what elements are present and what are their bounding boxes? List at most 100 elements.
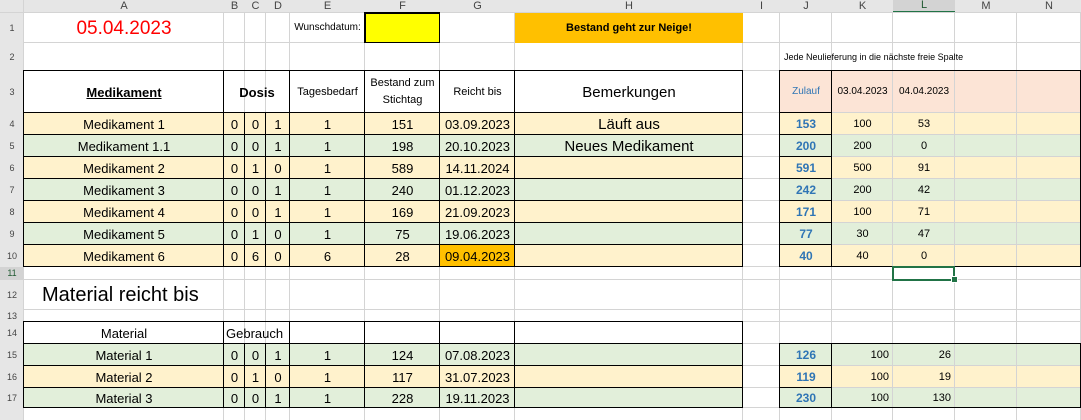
dose-noon[interactable]: 0 [245,179,266,201]
delivery-amount[interactable]: 100 [832,344,893,366]
lasts-until[interactable]: 07.08.2023 [440,344,515,366]
column-title-gebrauch[interactable]: Gebrauch [224,322,290,344]
med-name[interactable]: Medikament 1.1 [24,135,224,157]
dose-evening[interactable]: 1 [266,201,290,223]
delivery-amount[interactable]: 26 [893,344,955,366]
dose-evening[interactable]: 0 [266,223,290,245]
delivery-amount[interactable]: 40 [832,245,893,267]
usage-evening[interactable]: 1 [266,344,290,366]
stock[interactable]: 75 [365,223,440,245]
lasts-until[interactable]: 31.07.2023 [440,366,515,388]
row-header-11[interactable]: 11 [0,267,24,280]
delivery-amount[interactable]: 130 [893,388,955,408]
daily-need[interactable]: 1 [290,179,365,201]
usage-morning[interactable]: 0 [224,344,245,366]
zulauf-total[interactable]: 591 [780,157,832,179]
dose-evening[interactable]: 1 [266,113,290,135]
lasts-until[interactable]: 14.11.2024 [440,157,515,179]
zulauf-total[interactable]: 200 [780,135,832,157]
stock[interactable]: 28 [365,245,440,267]
zulauf-total[interactable]: 242 [780,179,832,201]
delivery-amount[interactable]: 100 [832,113,893,135]
remark[interactable]: Neues Medikament [515,135,743,157]
dose-evening[interactable]: 0 [266,245,290,267]
wunschdatum-label[interactable]: Wunschdatum: [290,13,365,43]
column-title-reicht-bis[interactable]: Reicht bis [440,71,515,113]
delivery-amount[interactable]: 0 [893,135,955,157]
dose-morning[interactable]: 0 [224,157,245,179]
zulauf-total[interactable]: 171 [780,201,832,223]
row-header-4[interactable]: 4 [0,113,24,135]
active-cell-selection[interactable] [892,266,955,281]
remark[interactable] [515,223,743,245]
delivery-amount[interactable]: 100 [832,201,893,223]
row-header-13[interactable]: 13 [0,310,24,322]
column-title-medikament[interactable]: Medikament [24,71,224,113]
med-name[interactable]: Medikament 5 [24,223,224,245]
material-name[interactable]: Material 3 [24,388,224,408]
dose-morning[interactable]: 0 [224,223,245,245]
lasts-until[interactable]: 20.10.2023 [440,135,515,157]
zulauf-total[interactable]: 77 [780,223,832,245]
usage-evening[interactable]: 0 [266,366,290,388]
zulauf-label[interactable]: Zulauf [780,71,832,113]
row-header-2[interactable]: 2 [0,43,24,71]
row-header-10[interactable]: 10 [0,245,24,267]
dose-noon[interactable]: 0 [245,113,266,135]
remark[interactable] [515,157,743,179]
stock[interactable]: 124 [365,344,440,366]
row-header-6[interactable]: 6 [0,157,24,179]
zulauf-total[interactable]: 126 [780,344,832,366]
row-header-5[interactable]: 5 [0,135,24,157]
delivery-amount[interactable]: 71 [893,201,955,223]
stock[interactable]: 228 [365,388,440,408]
dose-morning[interactable]: 0 [224,135,245,157]
stock[interactable]: 169 [365,201,440,223]
zulauf-total[interactable]: 119 [780,366,832,388]
stock[interactable]: 589 [365,157,440,179]
delivery-amount[interactable]: 0 [893,245,955,267]
lasts-until[interactable]: 21.09.2023 [440,201,515,223]
dose-noon[interactable]: 6 [245,245,266,267]
stock[interactable]: 117 [365,366,440,388]
med-name[interactable]: Medikament 1 [24,113,224,135]
delivery-amount[interactable]: 200 [832,179,893,201]
med-name[interactable]: Medikament 3 [24,179,224,201]
dose-evening[interactable]: 1 [266,135,290,157]
remark[interactable]: Läuft aus [515,113,743,135]
usage-noon[interactable]: 0 [245,344,266,366]
remark[interactable] [515,179,743,201]
daily-need[interactable]: 6 [290,245,365,267]
dose-noon[interactable]: 0 [245,135,266,157]
dose-morning[interactable]: 0 [224,179,245,201]
remark[interactable] [515,201,743,223]
zulauf-total[interactable]: 40 [780,245,832,267]
row-header-next[interactable] [0,408,24,420]
row-header-17[interactable]: 17 [0,388,24,408]
stock[interactable]: 151 [365,113,440,135]
zulauf-total[interactable]: 153 [780,113,832,135]
dose-morning[interactable]: 0 [224,113,245,135]
material-name[interactable]: Material 1 [24,344,224,366]
stock[interactable]: 198 [365,135,440,157]
delivery-amount[interactable]: 100 [832,388,893,408]
usage-evening[interactable]: 1 [266,388,290,408]
column-title-material[interactable]: Material [24,322,224,344]
med-name[interactable]: Medikament 2 [24,157,224,179]
delivery-amount[interactable]: 53 [893,113,955,135]
lasts-until[interactable]: 09.04.2023 [440,245,515,267]
lasts-until[interactable]: 19.11.2023 [440,388,515,408]
stock[interactable]: 240 [365,179,440,201]
stock-warning[interactable]: Bestand geht zur Neige! [515,13,743,43]
row-header-7[interactable]: 7 [0,179,24,201]
material-name[interactable]: Material 2 [24,366,224,388]
delivery-amount[interactable]: 19 [893,366,955,388]
column-title-bemerkungen[interactable]: Bemerkungen [515,71,743,113]
usage-noon[interactable]: 0 [245,388,266,408]
daily-need[interactable]: 1 [290,223,365,245]
dose-evening[interactable]: 1 [266,179,290,201]
lasts-until[interactable]: 01.12.2023 [440,179,515,201]
lasts-until[interactable]: 03.09.2023 [440,113,515,135]
current-date[interactable]: 05.04.2023 [24,13,224,43]
row-header-14[interactable]: 14 [0,322,24,344]
